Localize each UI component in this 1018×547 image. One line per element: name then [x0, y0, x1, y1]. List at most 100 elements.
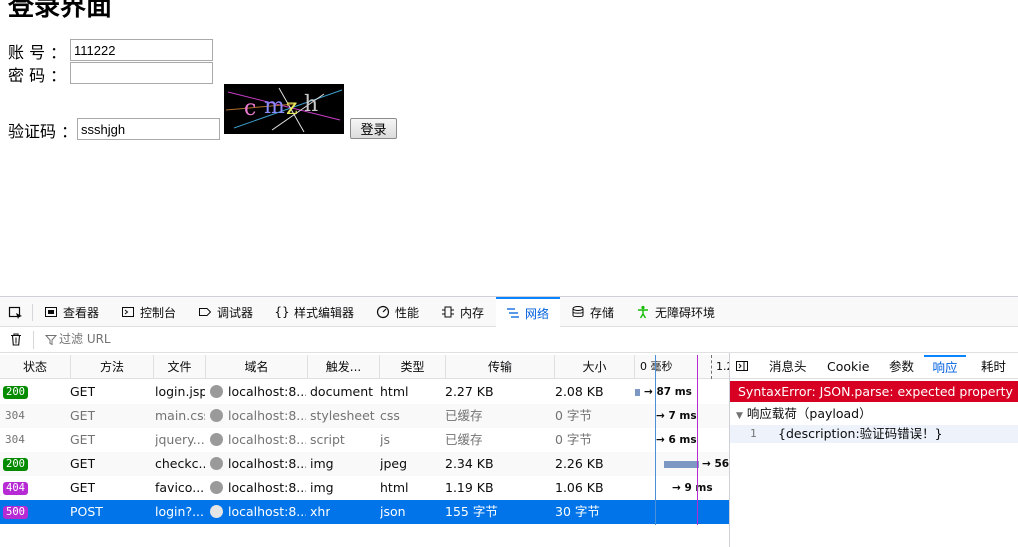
- column-type[interactable]: 类型: [380, 355, 446, 379]
- request-domain: localhost:8...: [228, 480, 306, 495]
- request-file: jquery....: [155, 432, 205, 447]
- details-tab-params[interactable]: 参数: [889, 355, 914, 379]
- request-type: html: [380, 384, 409, 399]
- filter-url-input[interactable]: 过滤 URL: [59, 330, 111, 347]
- request-transferred: 155 字节: [445, 504, 498, 519]
- storage-icon: [571, 305, 585, 319]
- request-file: login.jsp: [155, 384, 205, 399]
- style-editor-icon: {}: [274, 305, 290, 319]
- dom-content-loaded-line: [655, 355, 656, 525]
- waterfall-bar: [635, 389, 640, 396]
- request-cause: xhr: [310, 504, 331, 519]
- network-filter-bar: 过滤 URL: [0, 327, 1018, 353]
- account-label: 账 号 ：: [8, 43, 67, 62]
- request-domain: localhost:8...: [228, 408, 306, 423]
- request-size: 2.26 KB: [555, 456, 604, 471]
- login-button[interactable]: 登录: [350, 118, 397, 139]
- details-tab-response[interactable]: 响应: [924, 355, 966, 379]
- request-transferred: 2.27 KB: [445, 384, 494, 399]
- request-timing: → 9 ms: [672, 482, 713, 494]
- tab-memory[interactable]: 内存: [441, 297, 484, 327]
- tab-performance[interactable]: 性能: [376, 297, 419, 327]
- captcha-char-2: m: [264, 94, 285, 119]
- request-domain: localhost:8...: [228, 504, 306, 519]
- request-domain-cell: localhost:8...: [210, 476, 306, 500]
- column-size[interactable]: 大小: [555, 355, 635, 379]
- globe-icon: [210, 505, 223, 518]
- tab-style-editor[interactable]: {} 样式编辑器: [274, 297, 354, 327]
- waterfall-start-label: 0 毫秒: [640, 360, 673, 373]
- request-row[interactable]: 200 GET login.jsp localhost:8... documen…: [0, 380, 729, 404]
- tab-label: 控制台: [140, 305, 177, 320]
- json-error-banner: SyntaxError: JSON.parse: expected proper…: [730, 381, 1018, 402]
- column-cause[interactable]: 触发...: [308, 355, 380, 379]
- toolbar-separator: [32, 304, 33, 321]
- request-type: json: [380, 504, 406, 519]
- request-method: POST: [70, 504, 103, 519]
- request-domain-cell: localhost:8...: [210, 428, 306, 452]
- details-tab-timings[interactable]: 耗时: [981, 355, 1006, 379]
- element-picker-icon[interactable]: [8, 305, 23, 320]
- request-type: css: [380, 408, 400, 423]
- accessibility-icon: [636, 305, 650, 319]
- column-method[interactable]: 方法: [71, 355, 154, 379]
- account-input[interactable]: [70, 39, 213, 61]
- network-icon: [506, 306, 520, 320]
- request-method: GET: [70, 456, 96, 471]
- payload-section-header[interactable]: ▼ 响应载荷（payload）: [730, 405, 1018, 423]
- request-row[interactable]: 404 GET favico... localhost:8... img htm…: [0, 476, 729, 500]
- request-row[interactable]: 200 GET checkc... localhost:8... img jpe…: [0, 452, 729, 476]
- column-file[interactable]: 文件: [154, 355, 206, 379]
- response-body[interactable]: {description:验证码错误！}: [778, 425, 943, 443]
- details-tab-cookie[interactable]: Cookie: [827, 355, 869, 379]
- request-cause: script: [310, 432, 345, 447]
- captcha-image[interactable]: c m z h: [224, 84, 344, 134]
- tab-storage[interactable]: 存储: [571, 297, 614, 327]
- request-size: 2.08 KB: [555, 384, 604, 399]
- details-tab-bar: 消息头 Cookie 参数 响应 耗时: [730, 355, 1018, 379]
- request-size: 0 字节: [555, 408, 592, 423]
- globe-icon: [210, 457, 223, 470]
- status-badge: 500: [3, 506, 28, 519]
- globe-icon: [210, 481, 223, 494]
- request-row[interactable]: 304 GET jquery.... localhost:8... script…: [0, 428, 729, 452]
- request-transferred: 2.34 KB: [445, 456, 494, 471]
- tab-label: 性能: [395, 305, 420, 320]
- tab-label: 存储: [590, 305, 615, 320]
- column-domain[interactable]: 域名: [206, 355, 308, 379]
- request-size: 30 字节: [555, 504, 600, 519]
- globe-icon: [210, 433, 223, 446]
- status-code: 304: [5, 433, 25, 446]
- request-domain-cell: localhost:8...: [210, 500, 306, 524]
- tab-network[interactable]: 网络: [496, 297, 560, 327]
- panel-toggle-icon[interactable]: [735, 355, 749, 379]
- column-transferred[interactable]: 传输: [446, 355, 555, 379]
- tab-console[interactable]: 控制台: [121, 297, 176, 327]
- request-timing: → 7 ms: [656, 410, 697, 422]
- request-row[interactable]: 304 GET main.css localhost:8... styleshe…: [0, 404, 729, 428]
- page-title: 登录界面: [8, 0, 113, 22]
- tab-debugger[interactable]: 调试器: [198, 297, 253, 327]
- request-timing: → 6 ms: [656, 434, 697, 446]
- tab-accessibility[interactable]: 无障碍环境: [636, 297, 715, 327]
- tab-label: 调试器: [217, 305, 254, 320]
- tab-label: 无障碍环境: [655, 305, 716, 320]
- request-transferred: 1.19 KB: [445, 480, 494, 495]
- password-input[interactable]: [70, 62, 213, 84]
- captcha-char-3: z: [286, 95, 298, 120]
- request-size: 0 字节: [555, 432, 592, 447]
- details-tab-headers[interactable]: 消息头: [769, 355, 807, 379]
- status-badge: 404: [3, 482, 28, 495]
- request-transferred: 已缓存: [445, 432, 483, 447]
- request-row-selected[interactable]: 500 POST login?... localhost:8... xhr js…: [0, 500, 729, 524]
- trash-icon[interactable]: [9, 332, 23, 346]
- tab-inspector[interactable]: 查看器: [44, 297, 99, 327]
- globe-icon: [210, 385, 223, 398]
- tab-label: 查看器: [63, 305, 100, 320]
- column-status[interactable]: 状态: [0, 355, 71, 379]
- request-domain: localhost:8...: [228, 384, 306, 399]
- request-method: GET: [70, 480, 96, 495]
- memory-icon: [441, 305, 455, 319]
- captcha-input[interactable]: [77, 118, 220, 140]
- account-row: 账 号 ：: [8, 39, 66, 63]
